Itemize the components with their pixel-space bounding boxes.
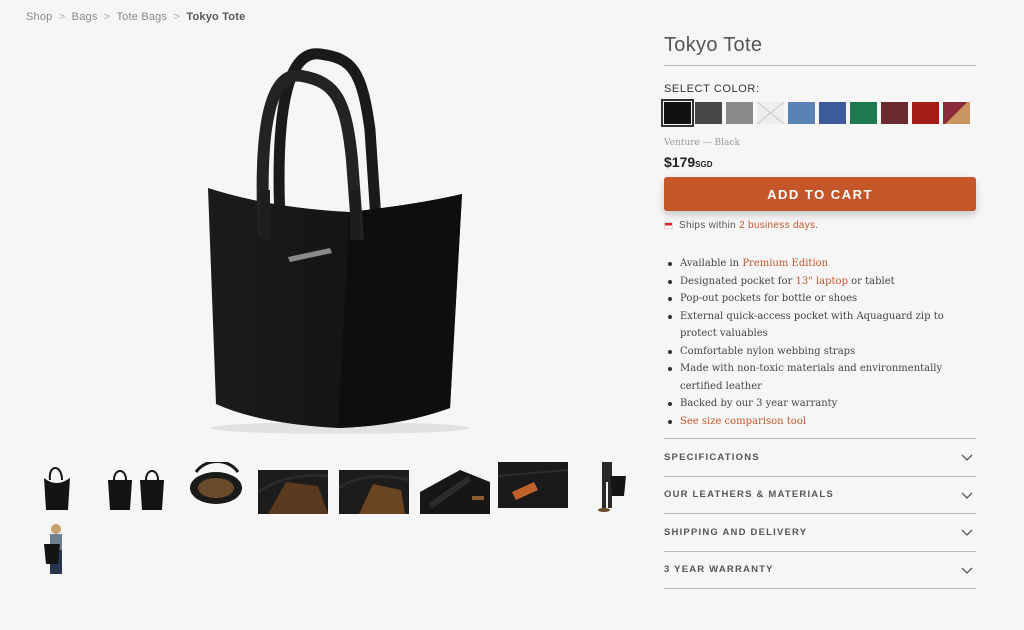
breadcrumb: Shop > Bags > Tote Bags > Tokyo Tote — [26, 11, 245, 23]
chevron-down-icon — [961, 492, 973, 499]
breadcrumb-shop[interactable]: Shop — [26, 11, 53, 23]
feature-text-after: or tablet — [847, 275, 895, 287]
swatch-navy-blue[interactable] — [819, 102, 846, 124]
accordion-label: OUR LEATHERS & MATERIALS — [664, 489, 834, 501]
select-color-label: SELECT COLOR: — [664, 83, 760, 95]
swatch-red-tan[interactable] — [943, 102, 970, 124]
thumbnail-model-front[interactable] — [22, 524, 92, 576]
chevron-down-icon — [961, 454, 973, 462]
chevron-down-icon — [961, 567, 973, 574]
swatch-charcoal[interactable] — [695, 102, 722, 124]
add-to-cart-button[interactable]: ADD TO CART — [664, 177, 976, 211]
product-details-panel: Tokyo Tote SELECT COLOR: Venture — Black… — [661, 34, 976, 589]
color-swatches — [661, 99, 976, 127]
chevron-down-icon — [961, 529, 973, 537]
product-main-image[interactable] — [180, 40, 480, 440]
singapore-flag-icon — [664, 222, 673, 229]
premium-edition-link[interactable]: Premium Edition — [742, 258, 828, 269]
list-item: See size comparison tool — [664, 413, 976, 431]
list-item: Backed by our 3 year warranty — [664, 395, 976, 413]
breadcrumb-separator: > — [173, 11, 181, 23]
list-item: Designated pocket for 13" laptop or tabl… — [664, 273, 976, 291]
feature-list: Available in Premium Edition Designated … — [664, 255, 976, 430]
accordion-label: 3 YEAR WARRANTY — [664, 564, 774, 576]
breadcrumb-bags[interactable]: Bags — [72, 11, 98, 23]
accordion-label: SHIPPING AND DELIVERY — [664, 526, 808, 538]
feature-text: Available in — [680, 258, 743, 269]
swatch-red[interactable] — [912, 102, 939, 124]
thumbnail-model-side[interactable] — [584, 462, 654, 514]
thumbnail-interior-pocket[interactable] — [339, 462, 409, 514]
breadcrumb-separator: > — [58, 11, 66, 23]
price: $179SGD — [664, 154, 976, 170]
swatch-green[interactable] — [850, 102, 877, 124]
list-item: Pop-out pockets for bottle or shoes — [664, 290, 976, 308]
list-item: External quick-access pocket with Aquagu… — [664, 308, 976, 343]
size-comparison-link[interactable]: See size comparison tool — [680, 416, 806, 427]
swatch-black[interactable] — [661, 99, 694, 127]
accordion-leathers-materials[interactable]: OUR LEATHERS & MATERIALS — [664, 477, 976, 514]
thumbnail-quick-access-pocket[interactable] — [498, 462, 568, 514]
shipping-prefix: Ships within — [679, 220, 736, 231]
swatch-grey[interactable] — [726, 102, 753, 124]
price-currency: SGD — [695, 160, 713, 169]
swatch-burgundy[interactable] — [881, 102, 908, 124]
accordion-label: SPECIFICATIONS — [664, 451, 760, 463]
product-title: Tokyo Tote — [664, 34, 976, 66]
swatch-unavailable[interactable] — [757, 102, 784, 124]
accordion-shipping-delivery[interactable]: SHIPPING AND DELIVERY — [664, 514, 976, 552]
accordion-specifications[interactable]: SPECIFICATIONS — [664, 439, 976, 477]
accordion: SPECIFICATIONS OUR LEATHERS & MATERIALS … — [664, 438, 976, 589]
list-item: Available in Premium Edition — [664, 255, 976, 273]
list-item: Comfortable nylon webbing straps — [664, 343, 976, 361]
thumbnail-interior-top[interactable] — [182, 462, 252, 514]
feature-text: Designated pocket for — [680, 275, 796, 287]
accordion-warranty[interactable]: 3 YEAR WARRANTY — [664, 552, 976, 589]
thumbnail-interior-open[interactable] — [258, 462, 328, 514]
thumbnail-front[interactable] — [22, 462, 92, 514]
list-item: Made with non-toxic materials and enviro… — [664, 360, 976, 395]
thumbnail-pair[interactable] — [102, 462, 172, 514]
breadcrumb-current: Tokyo Tote — [186, 11, 246, 23]
breadcrumb-tote-bags[interactable]: Tote Bags — [116, 11, 167, 23]
shipping-suffix: . — [815, 220, 819, 231]
swatch-light-blue[interactable] — [788, 102, 815, 124]
shipping-days-link[interactable]: 2 business days — [739, 220, 815, 231]
shipping-text: Ships within 2 business days. — [679, 220, 818, 231]
shipping-notice: Ships within 2 business days. — [664, 220, 976, 231]
variant-name: Venture — Black — [664, 138, 740, 148]
thumbnail-side-strap[interactable] — [420, 462, 490, 514]
laptop-link[interactable]: 13" laptop — [795, 276, 848, 287]
breadcrumb-separator: > — [103, 11, 111, 23]
price-amount: $179 — [664, 154, 696, 170]
